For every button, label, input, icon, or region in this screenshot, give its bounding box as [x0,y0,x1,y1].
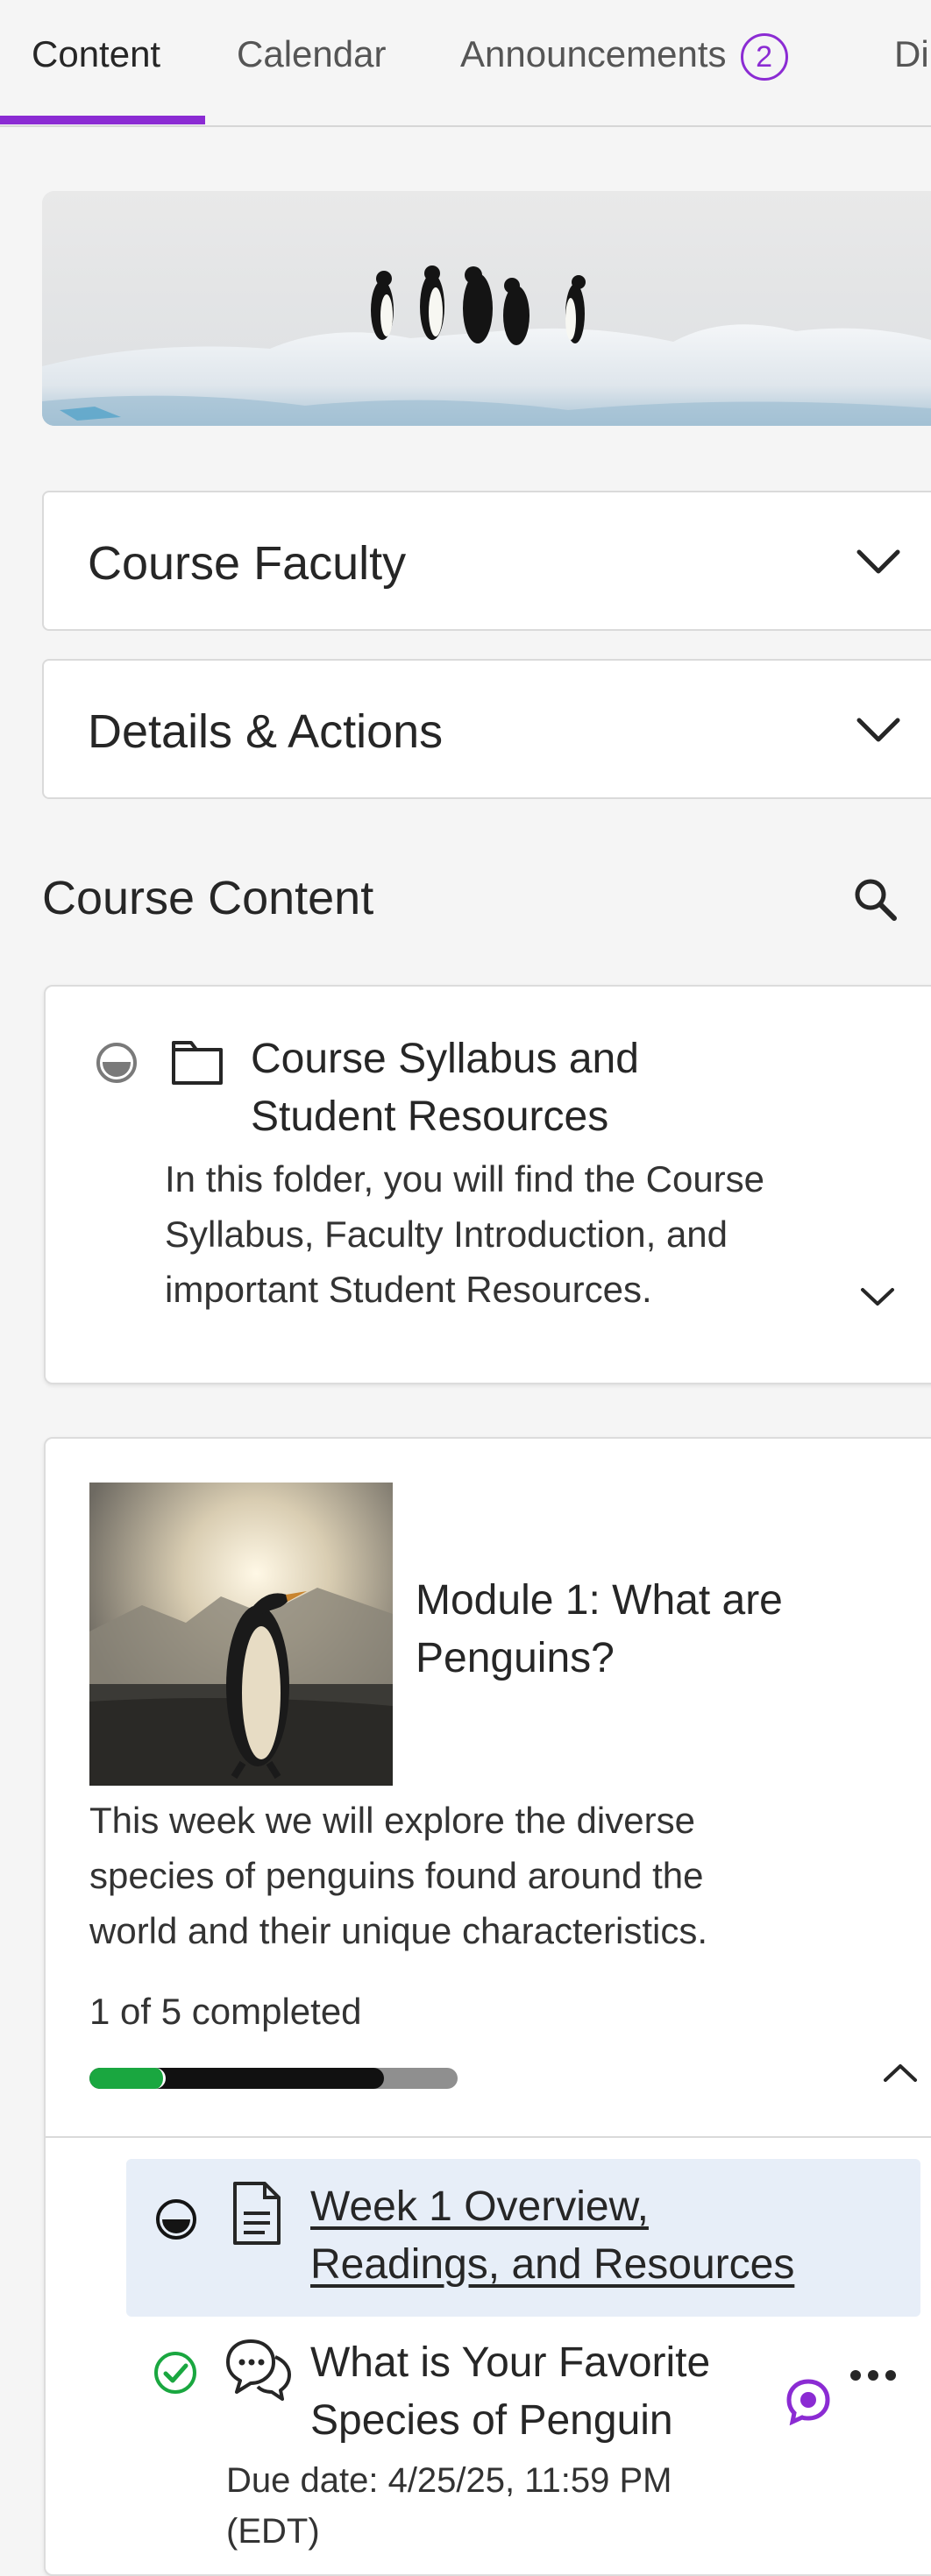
completed-checkmark-icon [154,2352,196,2394]
details-actions-title: Details & Actions [88,705,444,758]
module-title-line: Penguins? [416,1635,615,1681]
folder-title[interactable]: Course Syllabus and Student Resources [251,1030,639,1146]
penguins-on-ice-illustration [42,191,931,426]
due-date-line: Due date: 4/25/25, 11:59 PM [226,2461,672,2500]
module-description: This week we will explore the diverse sp… [89,1793,707,1958]
chat-bubble-icon[interactable] [784,2376,833,2425]
item-title-line: Readings, and Resources [310,2241,795,2288]
module-progress-text: 1 of 5 completed [89,1991,362,2032]
syllabus-folder-card[interactable]: Course Syllabus and Student Resources In… [44,985,931,1384]
progress-completed-fill [89,2068,166,2089]
week1-overview-link[interactable]: Week 1 Overview, Readings, and Resources [310,2178,794,2294]
folder-icon [172,1041,223,1085]
folder-description: In this folder, you will find the Course… [165,1151,764,1317]
tab-content[interactable]: Content [32,33,160,75]
chevron-up-icon[interactable] [878,2052,922,2096]
in-progress-status-icon [156,2199,196,2240]
document-icon [233,2182,281,2245]
module-description-line: species of penguins found around the [89,1855,704,1896]
list-item-week1-overview[interactable]: Week 1 Overview, Readings, and Resources [126,2159,920,2317]
course-tabs: Content Calendar Announcements 2 Di [0,0,931,127]
chevron-down-icon [856,549,900,574]
active-tab-indicator [0,116,205,124]
search-icon[interactable] [849,873,901,925]
details-actions-panel[interactable]: Details & Actions [42,659,931,799]
due-date-timezone: (EDT) [226,2512,320,2551]
module-title[interactable]: Module 1: What are Penguins? [416,1572,783,1688]
course-content-heading: Course Content [42,872,374,924]
tab-announcements[interactable]: Announcements 2 [460,33,788,81]
unread-count-badge: 2 [740,33,788,81]
folder-title-line: Student Resources [251,1093,609,1140]
tab-calendar[interactable]: Calendar [237,33,386,75]
course-banner-image [42,191,931,426]
module-divider [46,2136,931,2138]
tab-discussions[interactable]: Di [894,33,929,75]
discussion-icon [226,2339,291,2401]
folder-title-line: Course Syllabus and [251,1036,639,1082]
module-description-line: world and their unique characteristics. [89,1910,708,1951]
list-item-favorite-species-discussion[interactable]: What is Your Favorite Species of Penguin… [126,2324,920,2551]
module-progress-bar [89,2068,458,2089]
item-title-line: What is Your Favorite [310,2339,711,2386]
more-options-icon[interactable] [847,2362,899,2388]
folder-description-line: In this folder, you will find the Course [165,1158,765,1200]
module-description-line: This week we will explore the diverse [89,1800,695,1841]
item-title-line: Species of Penguin [310,2397,673,2444]
due-date-text: Due date: 4/25/25, 11:59 PM (EDT) [226,2455,672,2557]
course-faculty-panel[interactable]: Course Faculty [42,491,931,631]
module-thumbnail-image [89,1483,393,1786]
chevron-down-icon[interactable] [856,1274,899,1318]
visibility-status-icon [96,1043,137,1083]
folder-description-line: Syllabus, Faculty Introduction, and [165,1214,728,1255]
favorite-species-title[interactable]: What is Your Favorite Species of Penguin [310,2334,710,2450]
tab-announcements-label: Announcements [460,33,727,75]
folder-description-line: important Student Resources. [165,1269,652,1310]
chevron-down-icon [856,718,900,742]
item-title-line: Week 1 Overview, [310,2183,649,2230]
module-title-line: Module 1: What are [416,1577,783,1624]
course-faculty-title: Course Faculty [88,537,407,590]
